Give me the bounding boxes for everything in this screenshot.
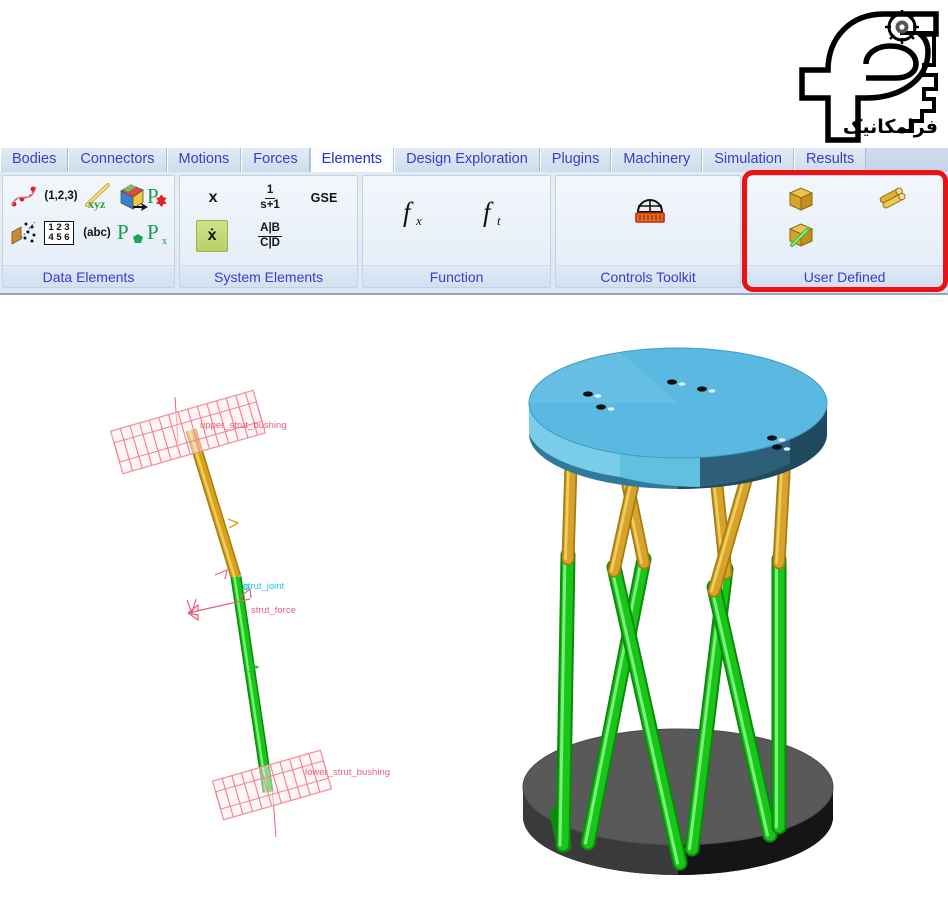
svg-text:P: P	[147, 220, 159, 244]
lse-denominator: C|D	[260, 236, 280, 249]
svg-text:P: P	[147, 184, 159, 208]
svg-text:x: x	[415, 213, 422, 228]
stewart-platform-hexapod-model[interactable]	[522, 347, 834, 875]
group-title-system-elements: System Elements	[180, 265, 358, 287]
tab-simulation[interactable]: Simulation	[702, 148, 794, 172]
transfer-function-icon[interactable]: 1 s+1	[250, 180, 290, 216]
function-of-x-icon[interactable]: f x	[395, 190, 439, 234]
plant-input-icon[interactable]: P	[145, 179, 175, 215]
user-defined-modify-subroutine-icon[interactable]	[784, 218, 818, 252]
plant-output-icon[interactable]: P	[115, 215, 145, 251]
label-strut-joint: strut_joint	[243, 581, 285, 592]
user-defined-create-subroutine-icon[interactable]	[784, 182, 818, 216]
curve-xyz-data-element-icon[interactable]: xyz	[81, 180, 117, 214]
upper-strut-bushing-glyph	[109, 389, 267, 475]
label-upper-strut-bushing: upper_strut_bushing	[200, 420, 287, 431]
ribbon-group-user-defined: User Defined	[745, 175, 944, 288]
tab-forces[interactable]: Forces	[241, 148, 310, 172]
svg-text:f: f	[483, 197, 494, 227]
tab-connectors[interactable]: Connectors	[68, 148, 167, 172]
ribbon-tabstrip: Bodies Connectors Motions Forces Element…	[0, 148, 948, 172]
hexapod-leg-6	[771, 430, 793, 835]
ribbon-group-controls-toolkit: Controls Toolkit	[555, 175, 742, 288]
function-icons: f x f t	[363, 176, 550, 265]
viewport-canvas: upper_strut_bushing strut_joint strut_fo…	[109, 347, 834, 875]
logo-caption: فرامکانیک	[842, 116, 938, 138]
tab-plugins[interactable]: Plugins	[539, 148, 612, 172]
plant-state-icon[interactable]: P x	[145, 215, 175, 251]
svg-text:x: x	[162, 236, 167, 247]
array-data-element-icon[interactable]: (1,2,3)	[41, 182, 81, 210]
general-state-equation-icon[interactable]: GSE	[304, 184, 344, 212]
user-defined-library-icon[interactable]	[876, 184, 910, 214]
differential-equation-icon[interactable]: ẋ	[196, 220, 229, 252]
numeric-matrix-icon[interactable]: 1 2 34 5 6	[41, 217, 77, 249]
svg-text:xyz: xyz	[88, 197, 106, 211]
ribbon-group-data-elements: (1,2,3) xyz P 1 2 3 4 5 6 (abc) P P x Da…	[2, 175, 176, 288]
app-root: فرامکانیک Bodies Connectors Motions Forc…	[0, 0, 948, 907]
tabstrip-filler	[866, 148, 948, 172]
transfer-function-denominator: s+1	[260, 198, 280, 211]
controls-toolkit-icons	[556, 176, 740, 265]
gear-icon	[885, 10, 919, 44]
user-defined-icons	[746, 176, 943, 265]
group-title-data-elements: Data Elements	[3, 265, 175, 287]
ribbon-group-function: f x f t Function	[362, 175, 552, 288]
svg-text:t: t	[497, 213, 501, 228]
data-elements-icons: (1,2,3) xyz P 1 2 3 4 5 6 (abc) P P x	[3, 176, 174, 265]
group-title-function: Function	[363, 265, 551, 287]
system-elements-icons: x 1 s+1 GSE ẋ A|B C|D	[180, 176, 357, 265]
lse-numerator: A|B	[258, 222, 282, 237]
label-strut-force: strut_force	[251, 605, 296, 616]
single-strut-detail-view[interactable]: upper_strut_bushing strut_joint strut_fo…	[109, 389, 390, 838]
tab-design-exploration[interactable]: Design Exploration	[394, 148, 540, 172]
string-data-element-icon[interactable]: (abc)	[77, 218, 117, 248]
ribbon: Bodies Connectors Motions Forces Element…	[0, 148, 948, 295]
matrix-data-element-icon[interactable]	[7, 216, 41, 250]
group-title-user-defined: User Defined	[746, 265, 943, 287]
label-lower-strut-bushing: lower_strut_bushing	[305, 767, 390, 778]
tab-bodies[interactable]: Bodies	[0, 148, 69, 172]
transfer-function-numerator: 1	[264, 184, 276, 199]
tab-results[interactable]: Results	[793, 148, 867, 172]
svg-text:P: P	[117, 220, 129, 244]
linear-state-equation-icon[interactable]: A|B C|D	[248, 218, 292, 254]
spline-data-element-icon[interactable]	[7, 180, 41, 214]
state-variable-icon[interactable]: x	[198, 184, 228, 212]
ribbon-groups: (1,2,3) xyz P 1 2 3 4 5 6 (abc) P P x Da…	[0, 172, 948, 295]
svg-text:f: f	[403, 197, 414, 227]
group-title-controls-toolkit: Controls Toolkit	[556, 265, 741, 287]
hexapod-top-plate	[528, 347, 828, 489]
tab-machinery[interactable]: Machinery	[611, 148, 703, 172]
lower-strut-bushing-glyph	[211, 749, 333, 821]
brand-logo: فرامکانیک	[788, 0, 948, 146]
ribbon-group-system-elements: x 1 s+1 GSE ẋ A|B C|D System Elements	[179, 175, 359, 288]
function-of-t-icon[interactable]: f t	[475, 190, 519, 234]
tab-motions[interactable]: Motions	[166, 148, 242, 172]
controls-toolkit-plant-icon[interactable]	[627, 188, 673, 234]
tab-elements[interactable]: Elements	[309, 148, 395, 172]
model-viewport: upper_strut_bushing strut_joint strut_fo…	[0, 297, 948, 907]
